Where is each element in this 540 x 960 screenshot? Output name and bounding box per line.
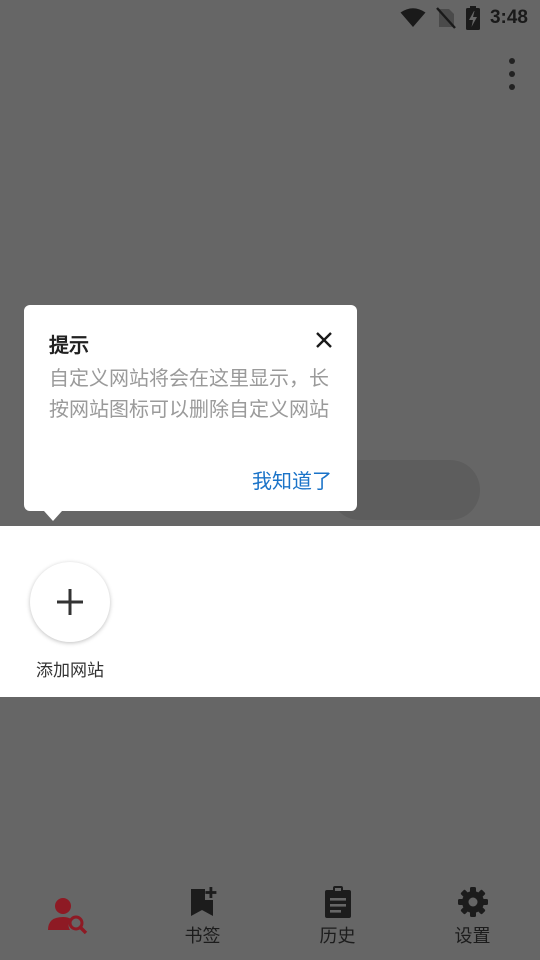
tip-confirm-button[interactable]: 我知道了	[252, 465, 332, 494]
tip-title: 提示	[49, 333, 89, 357]
no-sim-icon	[436, 7, 456, 29]
status-time: 3:48	[489, 7, 528, 28]
wifi-icon	[400, 8, 426, 27]
bottom-nav: 书签 历史 设置	[0, 880, 540, 960]
add-site-label: 添加网站	[36, 661, 104, 681]
nav-label-settings: 设置	[454, 926, 491, 947]
plus-icon	[57, 589, 83, 615]
nav-item-bookmarks[interactable]: 书签	[135, 880, 270, 960]
gear-icon	[457, 887, 488, 917]
tip-body: 自定义网站将会在这里显示，长按网站图标可以删除自定义网站	[49, 366, 329, 421]
tip-popup: 提示 自定义网站将会在这里显示，长按网站图标可以删除自定义网站 我知道了	[24, 305, 357, 521]
status-bar: 3:48	[0, 0, 540, 36]
nav-item-history[interactable]: 历史	[270, 880, 405, 960]
user-search-icon	[47, 898, 87, 934]
more-vert-icon[interactable]	[506, 58, 518, 90]
nav-item-home[interactable]	[0, 880, 135, 960]
add-site-circle[interactable]	[30, 562, 110, 642]
nav-label-bookmarks: 书签	[184, 926, 221, 947]
clipboard-icon	[324, 886, 351, 918]
battery-charging-icon	[465, 6, 480, 30]
nav-item-settings[interactable]: 设置	[405, 880, 540, 960]
quick-sites-panel: 添加网站	[0, 526, 540, 697]
nav-label-history: 历史	[319, 926, 356, 947]
close-icon[interactable]	[313, 329, 335, 351]
add-site-button[interactable]: 添加网站	[24, 562, 116, 681]
bookmark-add-icon	[190, 887, 216, 916]
